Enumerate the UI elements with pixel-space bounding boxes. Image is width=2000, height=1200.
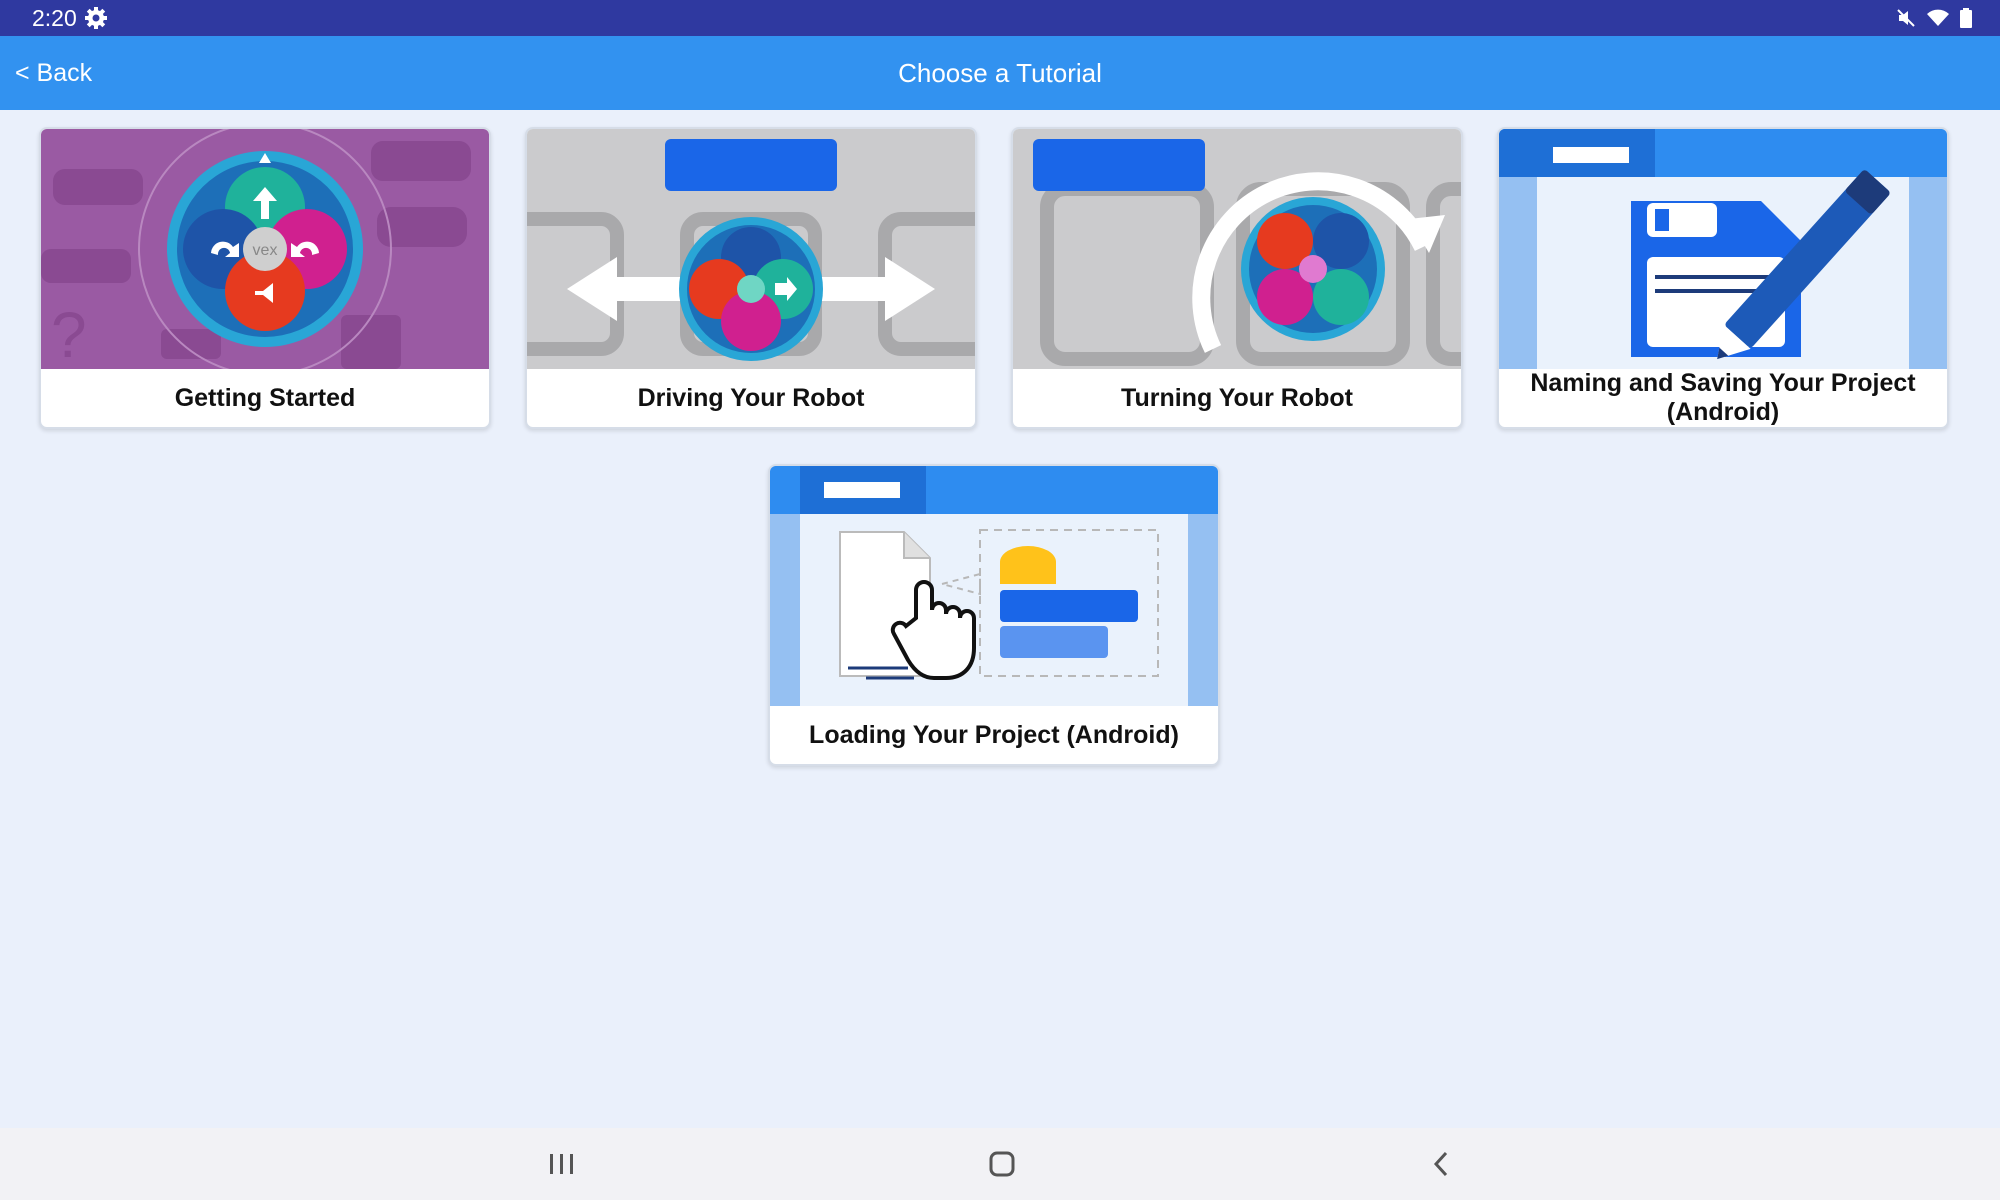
page-title: Choose a Tutorial bbox=[898, 58, 1102, 88]
tutorial-card-turning-your-robot[interactable]: Turning Your Robot bbox=[1011, 127, 1463, 429]
svg-text:?: ? bbox=[51, 299, 87, 369]
svg-text:vex: vex bbox=[253, 242, 278, 259]
settings-gear-icon bbox=[85, 7, 107, 29]
status-bar: 2:20 bbox=[0, 0, 2000, 36]
tutorial-card-loading-your-project[interactable]: Loading Your Project (Android) bbox=[768, 464, 1220, 766]
system-nav-bar bbox=[0, 1128, 2000, 1200]
tutorial-card-getting-started[interactable]: ? vex Getting Started bbox=[39, 127, 491, 429]
status-time: 2:20 bbox=[32, 5, 77, 31]
back-button[interactable]: < Back bbox=[15, 36, 92, 110]
tutorial-title: Naming and Saving Your Project (Android) bbox=[1530, 369, 1916, 426]
tutorial-card-driving-your-robot[interactable]: Driving Your Robot bbox=[525, 127, 977, 429]
vex-controller-purple-icon: ? vex bbox=[41, 129, 489, 369]
battery-icon bbox=[1960, 8, 1972, 28]
tutorial-title: Driving Your Robot bbox=[637, 383, 865, 412]
tutorial-title: Getting Started bbox=[174, 383, 356, 412]
mute-icon bbox=[1897, 9, 1915, 27]
back-icon[interactable] bbox=[1420, 1146, 1464, 1182]
wifi-icon bbox=[1927, 9, 1949, 26]
tutorial-card-naming-and-saving[interactable]: Naming and Saving Your Project (Android) bbox=[1497, 127, 1949, 429]
tutorial-title: Turning Your Robot bbox=[1121, 383, 1353, 412]
turn-arrow-icon bbox=[1013, 129, 1461, 369]
load-document-icon bbox=[770, 466, 1218, 706]
save-pencil-icon bbox=[1499, 129, 1947, 369]
recents-icon[interactable] bbox=[540, 1146, 584, 1182]
home-icon[interactable] bbox=[980, 1146, 1024, 1182]
drive-arrows-icon bbox=[527, 129, 975, 369]
app-bar: < Back Choose a Tutorial bbox=[0, 36, 2000, 110]
tutorial-title: Loading Your Project (Android) bbox=[809, 720, 1179, 749]
